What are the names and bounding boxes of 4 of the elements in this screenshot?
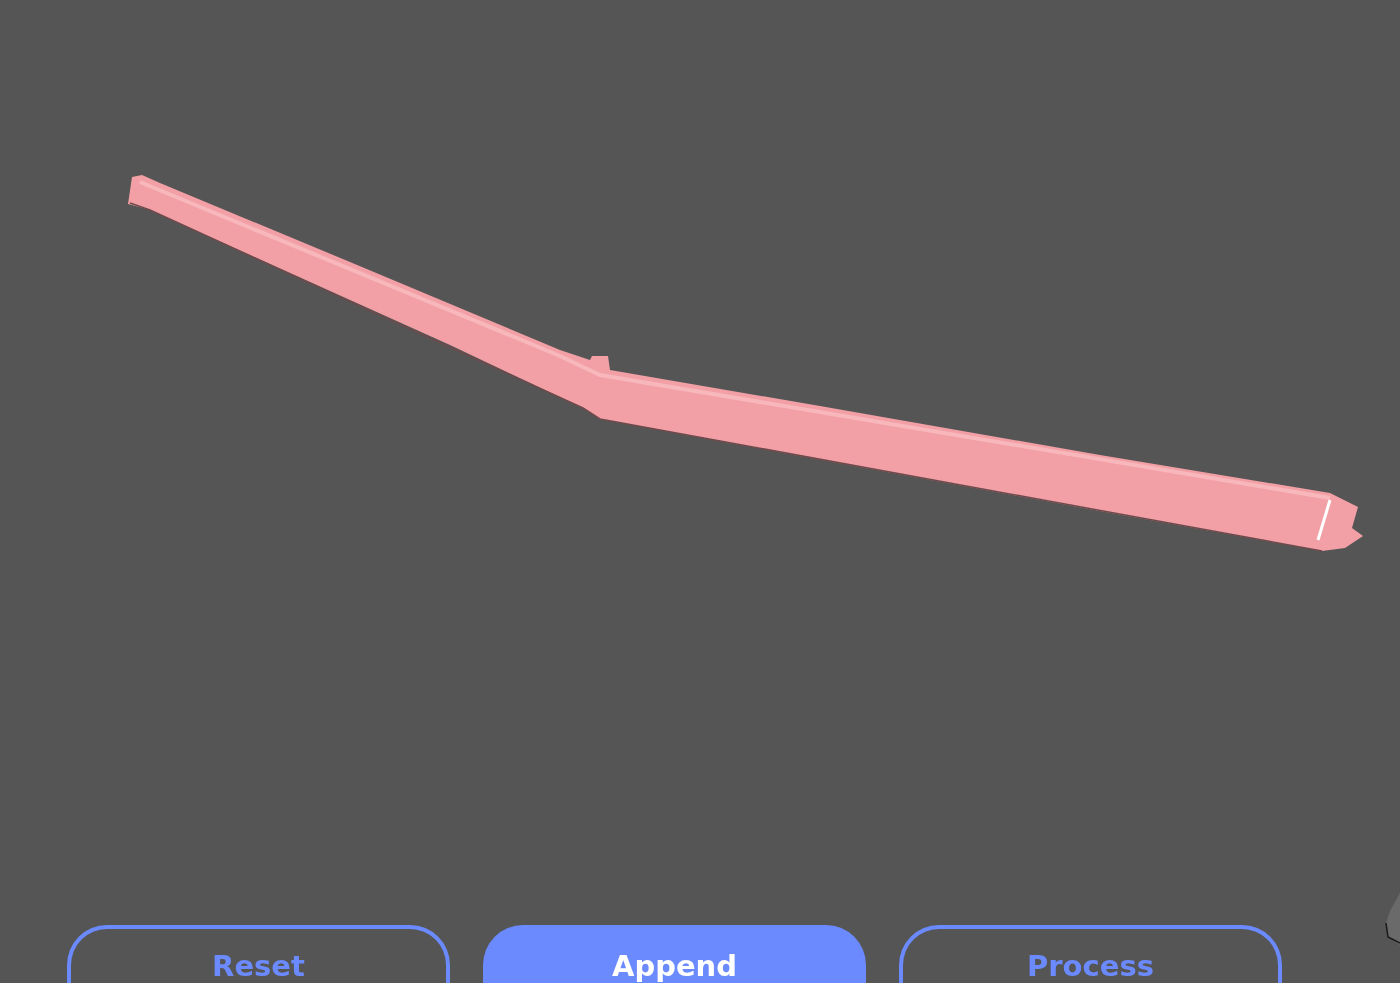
primary-button[interactable]: Append <box>483 925 866 983</box>
outline-button[interactable]: Reset <box>67 925 450 983</box>
view-cube-icon[interactable] <box>1384 893 1400 945</box>
outline-button[interactable]: Process <box>899 925 1282 983</box>
